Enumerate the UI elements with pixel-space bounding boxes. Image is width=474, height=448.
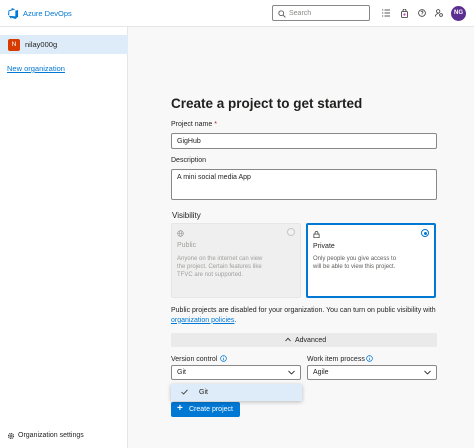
work-item-process-label: Work item process: [307, 356, 365, 363]
visibility-label: Visibility: [172, 211, 201, 220]
advanced-label: Advanced: [295, 336, 327, 344]
new-organization-link[interactable]: New organization: [7, 64, 65, 73]
org-avatar: N: [8, 38, 20, 51]
user-settings-icon[interactable]: [435, 9, 443, 17]
checkmark-icon: [181, 389, 188, 395]
info-icon[interactable]: [220, 355, 227, 362]
description-textarea[interactable]: A mini social media App: [171, 169, 437, 200]
visibility-public-card: Public Anyone on the internet can view t…: [171, 223, 301, 298]
org-name: nilay000g: [25, 40, 58, 49]
brand-name[interactable]: Azure DevOps: [23, 9, 72, 18]
work-item-process-select[interactable]: Agile: [307, 365, 437, 380]
dropdown-option-git[interactable]: Git: [171, 384, 302, 401]
user-avatar[interactable]: NG: [451, 6, 466, 21]
page-title: Create a project to get started: [171, 96, 363, 111]
chevron-up-icon: [285, 337, 291, 342]
search-box[interactable]: Search: [272, 5, 370, 21]
project-name-label: Project name *: [171, 121, 217, 128]
sidebar: N nilay000g New organization Organizatio…: [0, 27, 128, 448]
chevron-down-icon: [288, 370, 295, 375]
azure-devops-logo-icon[interactable]: [8, 8, 19, 19]
gear-icon: [7, 432, 15, 440]
version-control-label: Version control: [171, 356, 218, 363]
help-icon[interactable]: [418, 9, 426, 17]
create-project-label: Create project: [189, 405, 233, 413]
visibility-private-card[interactable]: Private Only people you give access to w…: [306, 223, 436, 298]
project-name-label-text: Project name: [171, 121, 213, 128]
dropdown-option-label: Git: [199, 388, 208, 396]
note-text: Public projects are disabled for your or…: [171, 307, 436, 314]
public-radio: [287, 228, 295, 236]
public-title: Public: [177, 242, 197, 249]
search-placeholder: Search: [289, 9, 312, 17]
marketplace-bag-icon[interactable]: [401, 9, 408, 18]
info-icon[interactable]: [366, 355, 373, 362]
description-label: Description: [171, 157, 207, 164]
private-description: Only people you give access to will be a…: [313, 256, 397, 270]
note-period: .: [234, 316, 237, 324]
private-title: Private: [313, 243, 335, 250]
work-item-process-value: Agile: [313, 369, 329, 376]
top-bar: Azure DevOps Search NG: [0, 0, 474, 27]
globe-icon: [177, 230, 184, 237]
chevron-down-icon: [424, 370, 431, 375]
search-icon: [278, 9, 286, 18]
organization-policies-link[interactable]: organization policies: [171, 317, 234, 324]
public-description: Anyone on the internet can view the proj…: [177, 256, 263, 278]
plus-icon: +: [177, 403, 183, 414]
task-list-icon[interactable]: [382, 9, 390, 17]
version-control-dropdown: Git: [171, 384, 302, 401]
required-mark: *: [214, 121, 217, 128]
organization-settings-label: Organization settings: [18, 432, 84, 439]
private-radio[interactable]: [421, 229, 429, 237]
advanced-toggle[interactable]: Advanced: [171, 333, 437, 347]
create-project-button[interactable]: + Create project: [171, 402, 240, 417]
version-control-select[interactable]: Git: [171, 365, 301, 380]
project-name-input[interactable]: GigHub: [171, 133, 437, 149]
sidebar-item-organization[interactable]: N nilay000g: [0, 35, 128, 54]
public-disabled-note: Public projects are disabled for your or…: [171, 306, 439, 325]
lock-icon: [313, 231, 320, 238]
version-control-value: Git: [177, 369, 186, 376]
